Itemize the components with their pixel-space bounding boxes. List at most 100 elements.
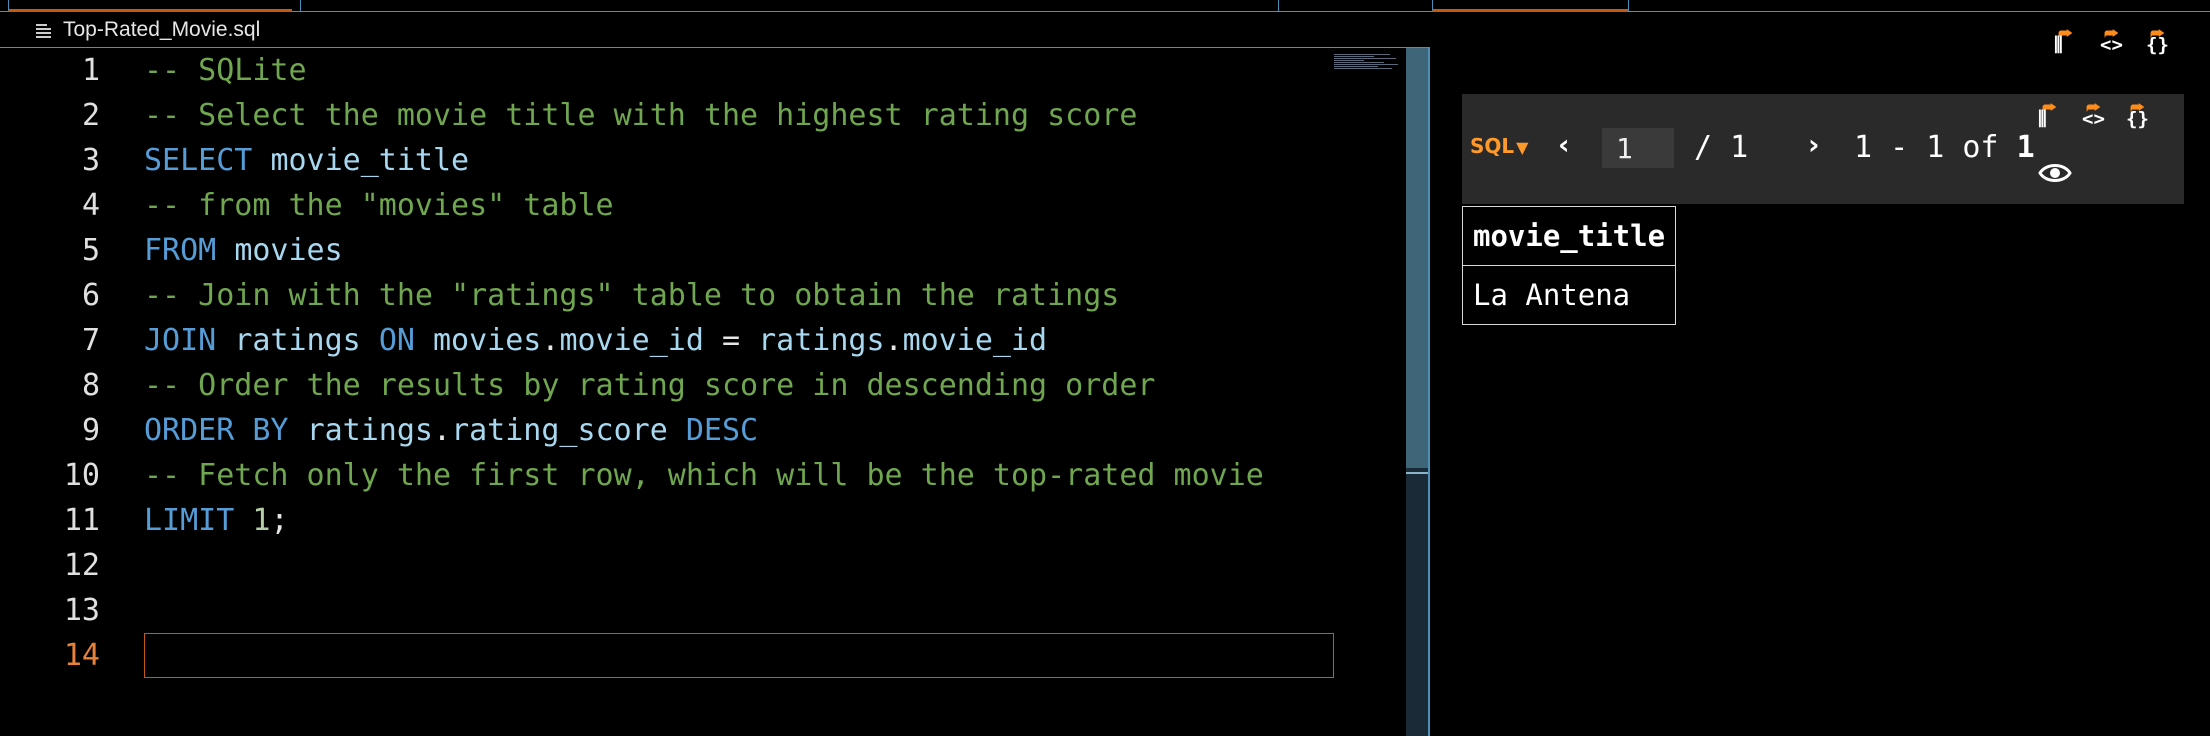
table-cell[interactable]: La Antena [1461,265,1677,325]
engine-selector[interactable]: SQL ▼ [1470,134,1528,158]
current-code-line[interactable] [144,633,1334,678]
minimap[interactable] [1334,54,1398,72]
code-line[interactable]: -- Select the movie title with the highe… [144,93,1334,138]
column-header[interactable]: movie_title [1461,206,1677,266]
scrollbar-cursor-marker [1406,472,1428,474]
code-token: movie_id [902,323,1048,358]
code-icon[interactable]: ⮫ <> [2080,98,2108,130]
line-number: 3 [81,143,100,178]
line-number: 9 [81,413,100,448]
line-number: 14 [63,638,100,673]
code-token: DESC [685,413,759,448]
results-panel: ⮫⫼ ⮫<> ⮫{} SQL▼ ‹ / 1 › 1 - 1 of 1 ⮫⫼ ⮫<> ⮫{… [1432,0,2210,736]
chevron-left-icon[interactable]: ‹ [1558,128,1570,161]
results-top-actions: ⮫ ⫼ ⮫ <> ⮫{} [2052,24,2172,56]
triangle-down-icon: ▼ [1516,138,1529,157]
code-token: movies [433,323,542,358]
code-token: SELECT [144,143,253,178]
results-grid: movie_title La Antena [1461,206,1677,325]
chevron-right-icon[interactable]: › [1808,128,1820,161]
code-line[interactable]: LIMIT 1; [144,498,1334,543]
export-icon[interactable]: ⮫ ⫼ [2036,98,2064,130]
code-icon-glyph: <> [2100,34,2123,56]
line-number-gutter: 1 2 3 4 5 6 7 8 9 10 11 12 13 14 [0,48,110,678]
line-number: 10 [63,458,100,493]
line-number: 4 [81,188,100,223]
code-editor[interactable]: 1 2 3 4 5 6 7 8 9 10 11 12 13 14 -- SQLite -- Select t… [0,48,1430,736]
eye-icon[interactable] [2038,156,2072,190]
vertical-scrollbar[interactable] [1406,48,1428,736]
line-number: 5 [81,233,100,268]
row-range-total: 1 [2016,130,2035,165]
tab-stub[interactable] [1278,0,1431,12]
code-token: . [541,323,560,358]
tab-stub[interactable] [300,0,1279,12]
code-token: movie_id [559,323,704,358]
file-tab-label: Top-Rated_Movie.sql [63,18,261,41]
line-number: 6 [81,278,100,313]
code-line[interactable]: -- from the "movies" table [144,183,1334,228]
line-number: 2 [81,98,100,133]
code-line[interactable]: -- Fetch only the first row, which will … [144,453,1334,498]
code-token: -- Fetch only the first row, which will … [144,458,1264,493]
row-range: 1 - 1 of 1 [1854,130,2035,165]
scrollbar-thumb[interactable] [1406,48,1428,468]
code-token: . [884,323,903,358]
file-tab[interactable]: Top-Rated_Movie.sql [36,18,260,42]
code-token: ratings [306,413,433,448]
code-line[interactable] [144,588,1334,633]
export-icon-glyph: ⫼ [2054,34,2063,56]
code-token: rating_score [451,413,668,448]
editor-file-bar: Top-Rated_Movie.sql [0,12,1430,48]
code-token: ON [378,323,415,358]
code-token: -- SQLite [144,53,307,88]
code-line[interactable] [144,543,1334,588]
engine-label: SQL [1470,134,1515,158]
code-token: ratings [758,323,885,358]
code-line[interactable]: FROM movies [144,228,1334,273]
code-line[interactable]: ORDER BY ratings.rating_score DESC [144,408,1334,453]
line-number: 7 [81,323,100,358]
line-number: 11 [63,503,100,538]
code-token: movies [234,233,343,268]
code-token: -- from the "movies" table [144,188,614,223]
code-token: ORDER BY [144,413,289,448]
json-icon-glyph: {} [2126,108,2149,130]
json-icon[interactable]: ⮫{} [2124,98,2152,130]
code-token: ratings [234,323,361,358]
code-line[interactable]: -- Order the results by rating score in … [144,363,1334,408]
code-area[interactable]: -- SQLite -- Select the movie title with … [144,48,1334,678]
code-line[interactable]: SELECT movie_title [144,138,1334,183]
code-line[interactable]: JOIN ratings ON movies.movie_id = rating… [144,318,1334,363]
json-icon[interactable]: ⮫{} [2144,24,2172,56]
export-icon[interactable]: ⮫ ⫼ [2052,24,2080,56]
code-token: 1 [252,503,271,538]
line-number: 12 [63,548,100,583]
code-line[interactable]: -- SQLite [144,48,1334,93]
code-token: -- Select the movie title with the highe… [144,98,1138,133]
tab-stub[interactable] [8,0,292,12]
line-number: 13 [63,593,100,628]
code-icon[interactable]: ⮫ <> [2098,24,2126,56]
lines-icon [36,23,53,38]
code-token: movie_title [270,143,470,178]
page-number-input[interactable] [1602,128,1674,168]
code-token: -- Join with the "ratings" table to obta… [144,278,1120,313]
code-line[interactable]: -- Join with the "ratings" table to obta… [144,273,1334,318]
code-token: JOIN [144,323,217,358]
line-number: 8 [81,368,100,403]
table-row[interactable]: La Antena [1461,265,1677,325]
code-token: FROM [144,233,217,268]
results-toolbar: SQL▼ ‹ / 1 › 1 - 1 of 1 ⮫⫼ ⮫<> ⮫{} [1462,94,2184,204]
code-token: -- Order the results by rating score in … [144,368,1156,403]
row-range-prefix: 1 - 1 of [1854,130,2017,165]
toolbar-actions: ⮫ ⫼ ⮫ <> ⮫{} [2036,98,2152,130]
